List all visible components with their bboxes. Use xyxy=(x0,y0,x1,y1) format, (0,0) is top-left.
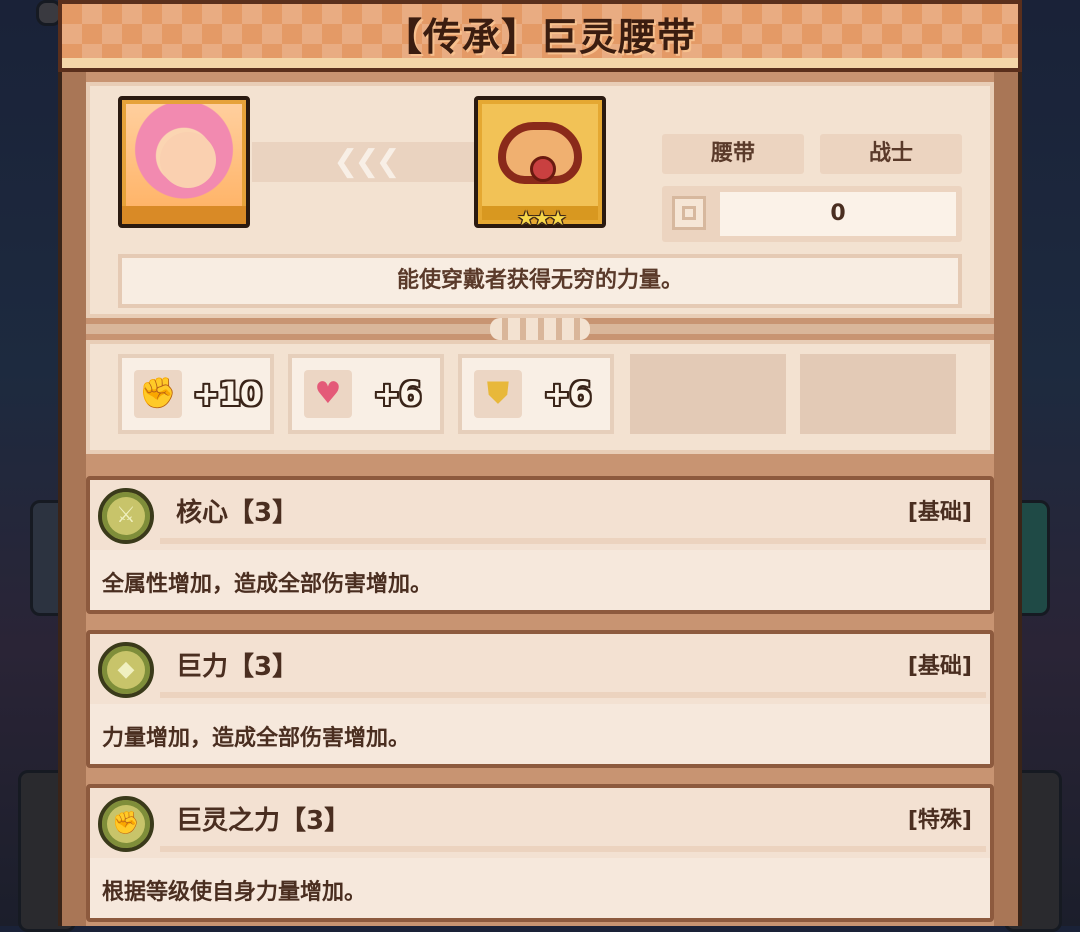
divider-ornament xyxy=(490,318,590,340)
item-description: 能使穿戴者获得无穷的力量。 xyxy=(118,254,962,308)
item-level-value: 0 xyxy=(720,192,956,236)
stat-strength-value: +10 xyxy=(192,375,262,413)
skill-header: ◆ 巨力【3】 [基础] xyxy=(90,634,990,704)
fist-icon: ✊ xyxy=(134,370,182,418)
skill-card-giant-power[interactable]: ✊ 巨灵之力【3】 [特殊] 根据等级使自身力量增加。 xyxy=(86,784,994,922)
skill-description: 力量增加，造成全部伤害增加。 xyxy=(102,726,411,751)
skill-header: ⚔ 核心【3】 [基础] xyxy=(90,480,990,550)
skill-header: ✊ 巨灵之力【3】 [特殊] xyxy=(90,788,990,858)
skill-description: 根据等级使自身力量增加。 xyxy=(102,880,367,905)
gem-skill-icon: ◆ xyxy=(98,642,154,698)
stat-slot-empty xyxy=(630,354,786,434)
skill-card-core[interactable]: ⚔ 核心【3】 [基础] 全属性增加，造成全部伤害增加。 xyxy=(86,476,994,614)
stat-health: ♥ +6 xyxy=(288,354,444,434)
item-class-tag: 战士 xyxy=(820,134,962,174)
skill-name: 巨力【3】 xyxy=(176,652,299,682)
heart-icon: ♥ xyxy=(304,370,352,418)
stat-defense: ⛊ +6 xyxy=(458,354,614,434)
stat-strength: ✊ +10 xyxy=(118,354,274,434)
stat-defense-value: +6 xyxy=(543,375,591,413)
item-title: 【传承】巨灵腰带 xyxy=(383,15,696,59)
title-banner: 【传承】巨灵腰带 xyxy=(0,0,1080,76)
skill-card-great-power[interactable]: ◆ 巨力【3】 [基础] 力量增加，造成全部伤害增加。 xyxy=(86,630,994,768)
character-face-icon xyxy=(160,132,216,188)
skill-description: 全属性增加，造成全部伤害增加。 xyxy=(102,572,433,597)
equip-arrows-icon: ❮❮❮ xyxy=(252,142,478,182)
grade-icon xyxy=(672,196,706,230)
belt-gem-icon xyxy=(530,156,556,182)
skill-type: [基础] xyxy=(907,654,972,679)
fist-skill-icon: ✊ xyxy=(98,796,154,852)
sword-skill-icon: ⚔ xyxy=(98,488,154,544)
item-type-tag: 腰带 xyxy=(662,134,804,174)
item-star-rating: ★★★ xyxy=(517,206,567,230)
skill-name: 核心【3】 xyxy=(176,498,299,528)
stat-slot-empty xyxy=(800,354,956,434)
skill-type: [特殊] xyxy=(907,808,972,833)
stat-health-value: +6 xyxy=(373,375,421,413)
shield-icon: ⛊ xyxy=(474,370,522,418)
skill-name: 巨灵之力【3】 xyxy=(176,806,351,836)
skill-type: [基础] xyxy=(907,500,972,525)
